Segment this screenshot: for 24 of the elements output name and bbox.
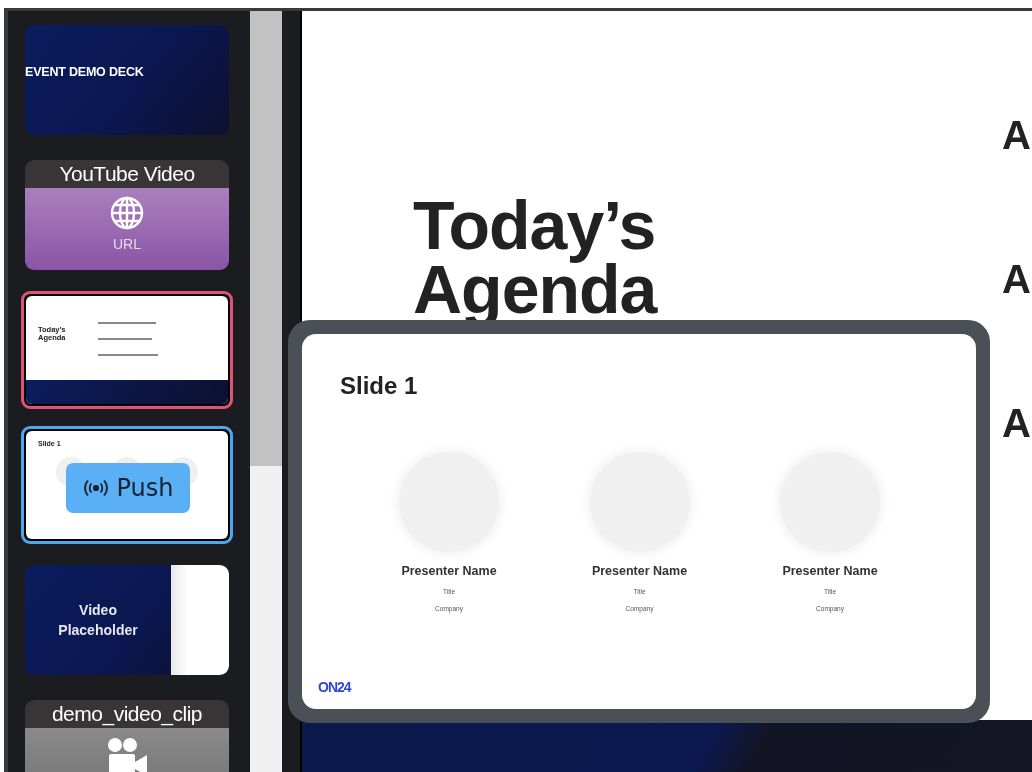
scrollbar-thumb[interactable] [250,11,282,466]
logo: ON24 [318,679,353,695]
slide-thumbnail[interactable]: Video Placeholder [25,565,229,675]
presenter-name: Presenter Name [591,564,688,578]
presenter-name: Presenter Name [782,564,878,578]
text-line [98,354,158,356]
slide-thumbnail[interactable]: EVENT DEMO DECK [25,25,229,135]
text-line [98,338,152,340]
presenter-name: Presenter Name [401,564,497,578]
push-button[interactable]: Push [66,463,190,513]
slide-title: EVENT DEMO DECK [25,65,144,79]
item-type: URL [113,236,141,252]
item-title: YouTube Video [25,160,229,188]
text-line [98,322,156,324]
scrollbar[interactable] [250,11,282,772]
slide-title: Video Placeholder [57,601,139,640]
item-title: demo_video_clip [25,700,229,728]
slide-title: Today’s Agenda [413,193,659,321]
agenda-item: A [1002,403,1031,443]
agenda-item: A [1002,115,1031,155]
slide-title: Slide 1 [340,372,419,400]
broadcast-icon [82,479,109,497]
globe-icon [110,196,144,230]
agenda-item: A [1002,259,1031,299]
